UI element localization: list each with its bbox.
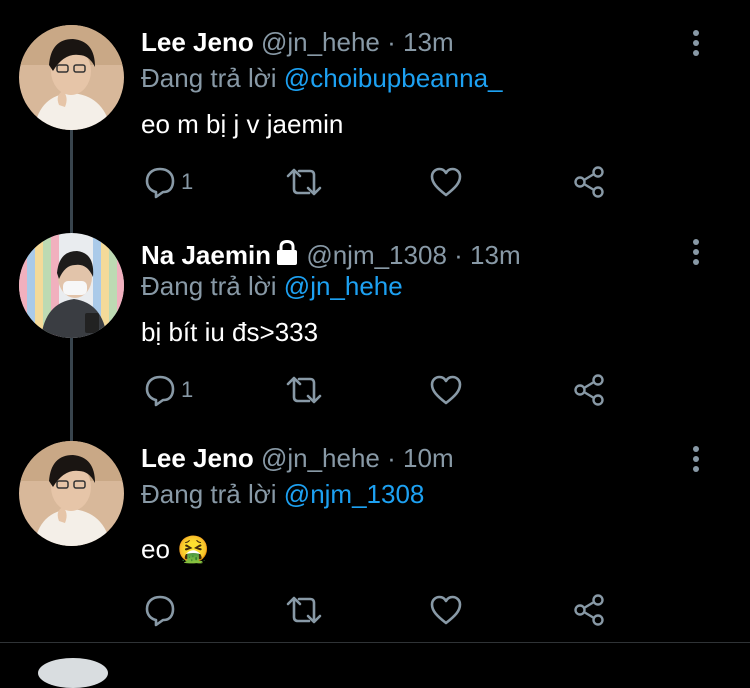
separator: ·	[454, 240, 463, 270]
reply-icon	[145, 595, 175, 627]
heart-icon	[430, 167, 462, 197]
tweet[interactable]: Na Jaemin @njm_1308 · 13m Đang trả lời @…	[0, 215, 750, 430]
like-button[interactable]	[429, 372, 463, 408]
reply-context: Đang trả lời @njm_1308	[141, 478, 424, 510]
share-icon	[574, 594, 604, 626]
reply-prefix: Đang trả lời	[141, 271, 277, 301]
action-bar	[141, 592, 611, 628]
display-name[interactable]: Lee Jeno	[141, 27, 254, 57]
avatar[interactable]	[38, 658, 108, 688]
share-icon	[574, 166, 604, 198]
reply-context: Đang trả lời @jn_hehe	[141, 270, 403, 302]
reply-icon	[145, 375, 175, 407]
separator: ·	[387, 443, 396, 473]
like-button[interactable]	[429, 592, 463, 628]
share-icon	[574, 374, 604, 406]
retweet-button[interactable]	[285, 592, 323, 628]
reply-icon	[145, 167, 175, 199]
reply-prefix: Đang trả lời	[141, 63, 277, 93]
reply-mention[interactable]: @jn_hehe	[284, 271, 403, 301]
action-bar: 1	[141, 164, 611, 200]
reply-context: Đang trả lời @choibupbeanna_	[141, 62, 503, 94]
more-options-icon[interactable]	[684, 237, 708, 267]
handle[interactable]: @njm_1308	[306, 240, 447, 270]
display-name[interactable]: Na Jaemin	[141, 240, 271, 270]
reply-count: 1	[181, 377, 194, 402]
like-button[interactable]	[429, 164, 463, 200]
tweet-divider	[0, 642, 750, 643]
reply-button[interactable]	[143, 592, 181, 628]
handle[interactable]: @jn_hehe	[261, 27, 380, 57]
avatar[interactable]	[19, 233, 124, 338]
share-button[interactable]	[572, 164, 606, 200]
tweet[interactable]: Lee Jeno @jn_hehe · 10m Đang trả lời @nj…	[0, 430, 750, 642]
reply-button[interactable]: 1	[143, 164, 193, 200]
heart-icon	[430, 375, 462, 405]
tweet-text: eo m bị j v jaemin	[141, 109, 344, 139]
share-button[interactable]	[572, 372, 606, 408]
timestamp[interactable]: 13m	[470, 240, 521, 270]
retweet-icon	[286, 168, 322, 196]
avatar[interactable]	[19, 25, 124, 130]
tweet[interactable]: Lee Jeno @jn_hehe · 13m Đang trả lời @ch…	[0, 0, 750, 215]
reply-button[interactable]: 1	[143, 372, 193, 408]
share-button[interactable]	[572, 592, 606, 628]
retweet-icon	[286, 596, 322, 624]
tweet-text: eo 🤮	[141, 534, 210, 564]
reply-mention[interactable]: @njm_1308	[284, 479, 425, 509]
display-name[interactable]: Lee Jeno	[141, 443, 254, 473]
reply-prefix: Đang trả lời	[141, 479, 277, 509]
timestamp[interactable]: 13m	[403, 27, 454, 57]
timestamp[interactable]: 10m	[403, 443, 454, 473]
separator: ·	[387, 27, 396, 57]
action-bar: 1	[141, 372, 611, 408]
lock-icon	[277, 240, 298, 265]
tweet-header: Lee Jeno @jn_hehe · 13m	[141, 26, 454, 58]
handle[interactable]: @jn_hehe	[261, 443, 380, 473]
heart-icon	[430, 595, 462, 625]
more-options-icon[interactable]	[684, 28, 708, 58]
reply-mention[interactable]: @choibupbeanna_	[284, 63, 503, 93]
reply-count: 1	[181, 169, 194, 194]
tweet-header: Na Jaemin @njm_1308 · 13m	[141, 239, 521, 271]
avatar[interactable]	[19, 441, 124, 546]
tweet-text: bị bít iu đs>333	[141, 317, 319, 347]
more-options-icon[interactable]	[684, 444, 708, 474]
retweet-button[interactable]	[285, 372, 323, 408]
retweet-button[interactable]	[285, 164, 323, 200]
retweet-icon	[286, 376, 322, 404]
tweet-header: Lee Jeno @jn_hehe · 10m	[141, 442, 454, 474]
